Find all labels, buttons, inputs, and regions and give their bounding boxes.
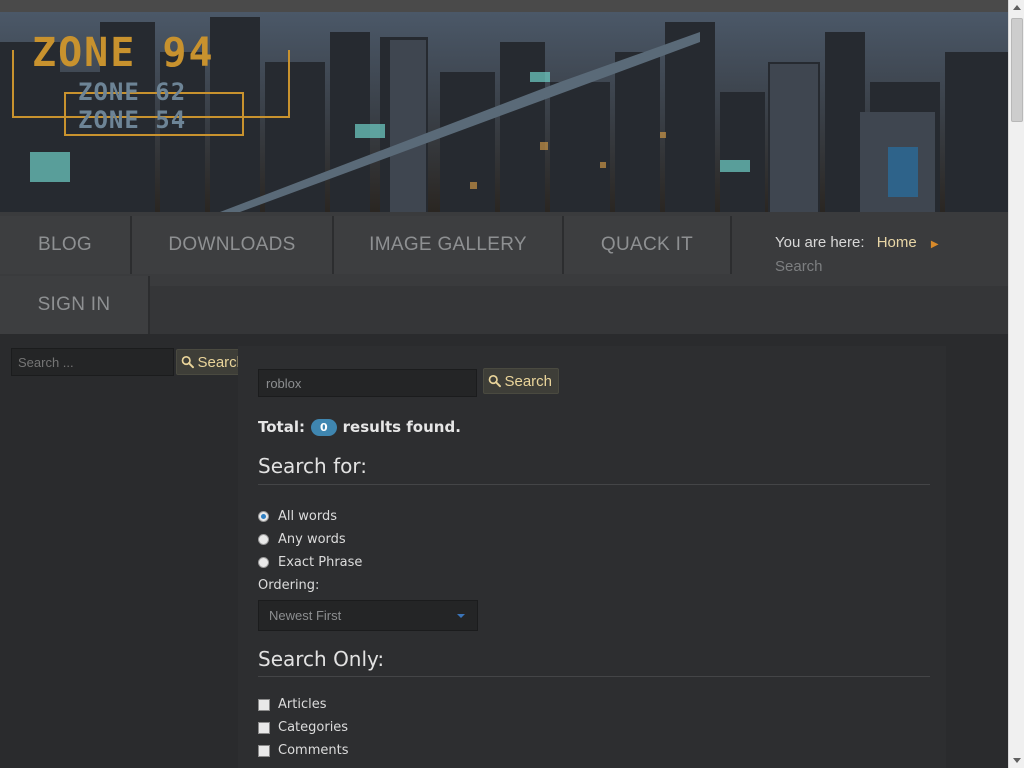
ordering-label: Ordering: — [258, 578, 320, 593]
scroll-up-arrow-icon[interactable] — [1009, 0, 1024, 16]
phrase-option-label: All words — [278, 509, 337, 524]
radio-any-words[interactable] — [258, 534, 269, 545]
area-option-categories[interactable]: Categories — [258, 720, 348, 735]
nav-item-image-gallery[interactable]: IMAGE GALLERY — [334, 216, 564, 274]
radio-all-words[interactable] — [258, 511, 269, 522]
phrase-option-all-words[interactable]: All words — [258, 509, 337, 524]
page-scrollbar[interactable] — [1008, 0, 1024, 768]
scroll-down-arrow-icon[interactable] — [1009, 752, 1024, 768]
phrase-option-exact-phrase[interactable]: Exact Phrase — [258, 555, 362, 570]
area-option-label: Articles — [278, 697, 327, 712]
phrase-option-label: Any words — [278, 532, 346, 547]
nav-item-sign-in[interactable]: SIGN IN — [0, 276, 150, 334]
breadcrumb-home-link[interactable]: Home — [877, 234, 917, 251]
area-option-articles[interactable]: Articles — [258, 697, 326, 712]
results-total: Total: 0 results found. — [258, 418, 461, 436]
search-submit-button[interactable]: Search — [483, 368, 559, 394]
site-logo-subtitle-1: ZONE 62 — [78, 78, 187, 106]
scrollbar-thumb[interactable] — [1011, 18, 1023, 122]
site-logo-title: ZONE 94 — [32, 30, 215, 76]
site-logo-subtitle-2: ZONE 54 — [78, 106, 187, 134]
search-icon — [488, 374, 501, 388]
search-icon — [181, 355, 194, 369]
nav-item-blog[interactable]: BLOG — [0, 216, 132, 274]
ordering-select[interactable]: Newest First — [258, 600, 478, 631]
site-banner: ZONE 94 ZONE 62 ZONE 54 — [0, 12, 1008, 212]
checkbox-comments[interactable] — [258, 744, 270, 757]
chevron-down-icon — [457, 614, 465, 618]
area-option-label: Categories — [278, 720, 349, 735]
search-submit-label: Search — [504, 372, 552, 390]
results-count-badge: 0 — [310, 418, 337, 436]
phrase-option-label: Exact Phrase — [278, 555, 363, 570]
breadcrumb-arrow-icon: ▶ — [930, 239, 939, 250]
browser-top-strip — [0, 0, 1008, 12]
breadcrumb: You are here: Home ▶ — [775, 234, 939, 251]
checkbox-categories[interactable] — [258, 721, 270, 734]
radio-exact-phrase[interactable] — [258, 557, 269, 568]
breadcrumb-current: Search — [775, 258, 823, 275]
area-option-comments[interactable]: Comments — [258, 743, 348, 758]
divider — [258, 676, 930, 677]
search-only-heading: Search Only: — [258, 647, 385, 671]
divider — [258, 484, 930, 485]
nav-row-background — [150, 286, 1008, 334]
total-suffix: results found. — [342, 418, 461, 436]
ordering-selected-value: Newest First — [269, 608, 342, 623]
breadcrumb-label: You are here: — [775, 234, 865, 251]
area-option-label: Comments — [278, 743, 349, 758]
sidebar-search-input[interactable] — [11, 348, 174, 376]
nav-item-quack-it[interactable]: QUACK IT — [564, 216, 732, 274]
checkbox-articles[interactable] — [258, 698, 270, 711]
search-query-input[interactable] — [258, 369, 477, 397]
total-label: Total: — [258, 418, 305, 436]
phrase-option-any-words[interactable]: Any words — [258, 532, 346, 547]
search-for-heading: Search for: — [258, 454, 367, 478]
nav-item-downloads[interactable]: DOWNLOADS — [132, 216, 334, 274]
